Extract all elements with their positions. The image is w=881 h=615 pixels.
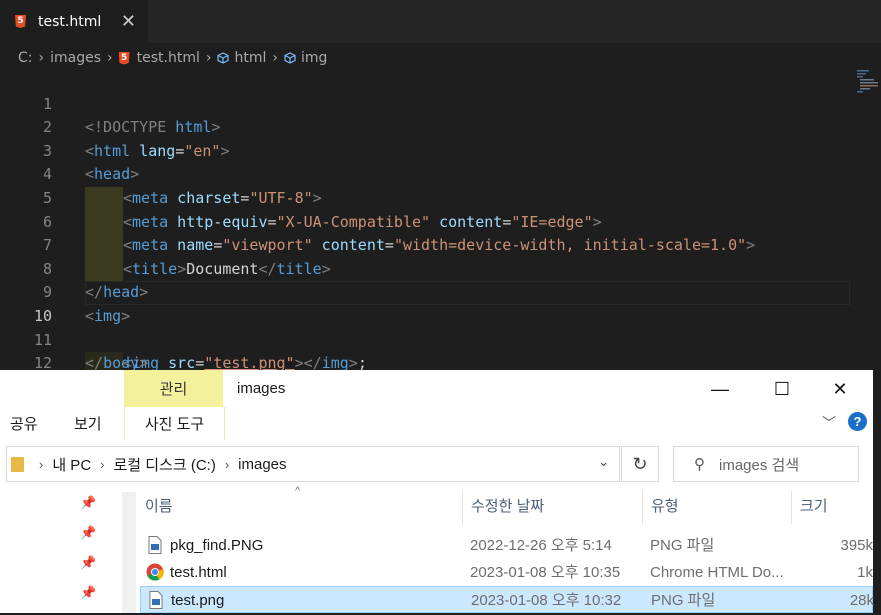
code-line-current: 10 <img src="test.png"></img>; (0, 281, 881, 376)
file-size: 395k (840, 537, 873, 554)
chevron-right-icon[interactable]: › (100, 457, 104, 472)
chevron-right-icon: › (272, 50, 278, 66)
symbol-cube-icon (284, 52, 296, 64)
address-bar[interactable]: › 내 PC › 로컬 디스크 (C:) › images ⌄ (6, 446, 620, 482)
file-type: Chrome HTML Do... (650, 564, 784, 581)
file-explorer-window: 관리 사진 도구 images — ☐ ✕ 공유 보기 ﹀ ? › 내 PC ›… (0, 370, 874, 615)
file-type: PNG 파일 (650, 537, 715, 554)
breadcrumb-symbol-label: img (300, 50, 328, 66)
chevron-right-icon: › (205, 50, 212, 66)
chevron-down-icon[interactable]: ⌄ (598, 454, 609, 470)
refresh-icon: ↻ (632, 453, 648, 474)
file-row-selected[interactable]: test.png 2023-01-08 오후 10:32 PNG 파일 28k (140, 586, 874, 613)
help-button[interactable]: ? (848, 412, 867, 431)
code-line: 7 <title>Document</title> (0, 211, 881, 282)
html5-icon: 5 (118, 51, 130, 65)
breadcrumb: C: › images › 5 test.html › html › img (18, 47, 327, 69)
file-row[interactable]: test.html 2023-01-08 오후 10:35 Chrome HTM… (140, 559, 873, 586)
refresh-button[interactable]: ↻ (621, 446, 659, 482)
search-box[interactable]: ⚲ images 검색 (673, 446, 859, 482)
code-line: 1 <!DOCTYPE html> (0, 69, 881, 137)
file-date: 2022-12-26 오후 5:14 (470, 537, 612, 554)
code-line: 9 <img> (0, 258, 881, 325)
code-editor-window: 5 test.html ✕ C: › images › 5 test.html … (0, 0, 881, 396)
breadcrumb-folder[interactable]: images (50, 50, 101, 66)
chrome-icon (146, 563, 164, 581)
file-type: PNG 파일 (651, 592, 716, 609)
address-segment-disk[interactable]: 로컬 디스크 (C:) (114, 454, 216, 475)
address-segment-folder[interactable]: images (238, 456, 286, 473)
breadcrumb-file-label: test.html (136, 50, 200, 66)
file-size: 1k (857, 564, 873, 581)
folder-icon (11, 456, 24, 472)
pin-icon[interactable]: 📌 (80, 525, 96, 555)
code-line: 12 </html> (0, 329, 881, 396)
breadcrumb-symbol-img[interactable]: img (284, 50, 327, 66)
nav-pane-scrollbar[interactable] (122, 492, 136, 613)
file-date: 2023-01-08 오후 10:35 (470, 564, 621, 581)
chevron-right-icon[interactable]: › (225, 457, 229, 472)
file-name: test.png (171, 592, 225, 609)
breadcrumb-drive[interactable]: C: (18, 50, 33, 66)
column-headers: 이름 수정한 날짜 유형 크기 (137, 490, 873, 524)
breadcrumb-file[interactable]: 5 test.html (118, 50, 200, 66)
column-header-size[interactable]: 크기 (792, 490, 873, 524)
breadcrumb-symbol-html[interactable]: html (217, 50, 266, 66)
file-name: test.html (170, 564, 227, 581)
pin-icon[interactable]: 📌 (80, 495, 96, 525)
breadcrumb-symbol-label: html (234, 50, 267, 66)
file-date: 2023-01-08 오후 10:32 (471, 592, 622, 609)
expand-ribbon-chevron-icon[interactable]: ﹀ (822, 413, 836, 433)
image-file-icon (148, 536, 162, 554)
code-line: 3 <head> (0, 116, 881, 184)
address-segment-pc[interactable]: 내 PC (52, 454, 91, 475)
minimize-button[interactable]: — (700, 375, 740, 403)
ribbon-tab-picture-tools[interactable]: 사진 도구 (124, 407, 225, 440)
file-row[interactable]: pkg_find.PNG 2022-12-26 오후 5:14 PNG 파일 3… (140, 532, 873, 559)
column-header-name[interactable]: 이름 (137, 490, 463, 524)
search-placeholder: images 검색 (719, 456, 800, 474)
code-line: 4 <meta charset="UTF-8"> (0, 140, 881, 211)
quick-access-pins: 📌 📌 📌 📌 (80, 495, 96, 615)
file-name: pkg_find.PNG (170, 537, 264, 554)
file-size: 28k (849, 592, 874, 609)
editor-tab-test-html[interactable]: 5 test.html ✕ (0, 0, 148, 43)
current-line-highlight (85, 281, 850, 306)
window-title: images (237, 380, 286, 397)
code-line: 8 </head> (0, 234, 881, 302)
maximize-button[interactable]: ☐ (762, 375, 802, 403)
ribbon-tab-view[interactable]: 보기 (74, 413, 102, 434)
code-line: 11 </body> (0, 305, 881, 373)
code-line: 6 <meta name="viewport" content="width=d… (0, 187, 881, 258)
chevron-right-icon: › (107, 50, 113, 66)
ribbon-tab-share[interactable]: 공유 (10, 413, 38, 434)
image-file-icon (149, 591, 163, 609)
ribbon-tab-manage[interactable]: 관리 (124, 370, 223, 407)
pin-icon[interactable]: 📌 (80, 555, 96, 585)
close-window-button[interactable]: ✕ (820, 375, 860, 403)
pin-icon[interactable]: 📌 (80, 585, 96, 615)
code-line: 2 <html lang="en"> (0, 93, 881, 160)
editor-tab-label: test.html (38, 13, 102, 30)
code-line: 5 <meta http-equiv="X-UA-Compatible" con… (0, 163, 881, 235)
close-tab-icon[interactable]: ✕ (121, 11, 136, 32)
column-header-date[interactable]: 수정한 날짜 (463, 490, 643, 524)
html5-icon: 5 (15, 15, 26, 28)
symbol-cube-icon (217, 52, 230, 64)
chevron-right-icon: › (38, 50, 45, 66)
code-area[interactable]: 1 <!DOCTYPE html> 2 <html lang="en"> 3 <… (0, 69, 881, 396)
column-header-type[interactable]: 유형 (643, 490, 792, 524)
editor-tab-bar: 5 test.html ✕ (0, 0, 881, 43)
search-icon: ⚲ (694, 456, 705, 473)
chevron-right-icon[interactable]: › (39, 457, 43, 472)
